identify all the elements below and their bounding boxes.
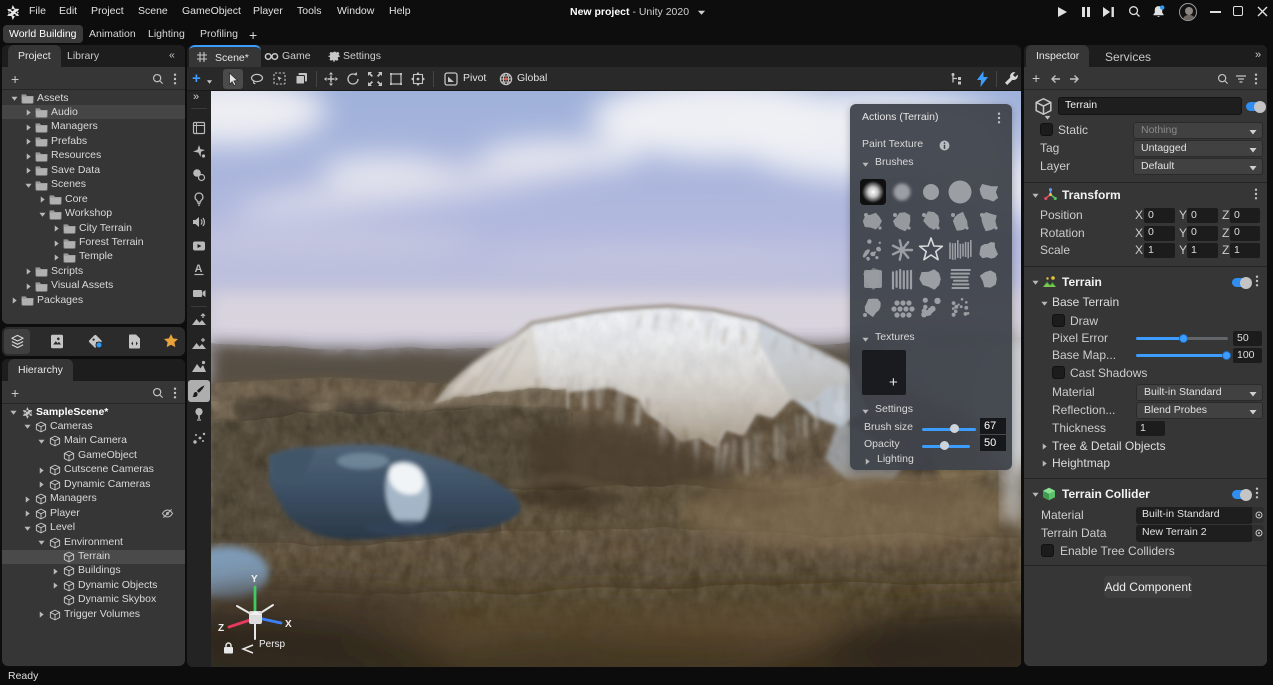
svg-text:X: X — [285, 619, 292, 630]
svg-text:A: A — [195, 263, 203, 275]
svg-text:Z: Z — [218, 623, 224, 634]
svg-text:Y: Y — [251, 574, 258, 585]
